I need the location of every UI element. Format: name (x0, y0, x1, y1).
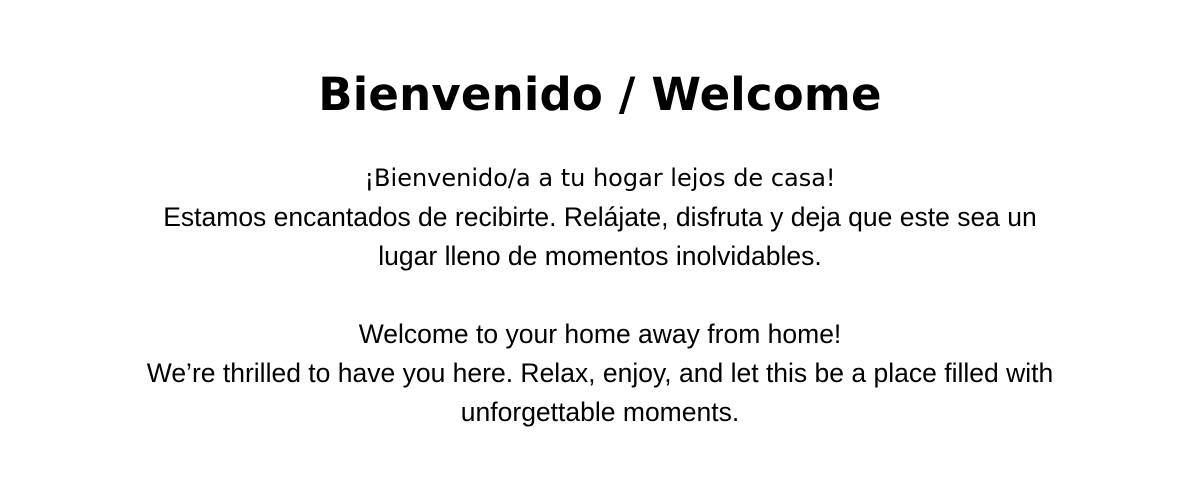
spanish-welcome-message: ¡Bienvenido/a a tu hogar lejos de casa! … (90, 159, 1110, 276)
page-title: Bienvenido / Welcome (318, 68, 882, 121)
welcome-card: Bienvenido / Welcome ¡Bienvenido/a a tu … (0, 0, 1200, 478)
english-body-line-1: We’re thrilled to have you here. Relax, … (146, 358, 1054, 388)
english-body-line-2: unforgettable moments. (460, 397, 740, 427)
english-welcome-message: Welcome to your home away from home! We’… (90, 315, 1110, 432)
spanish-body-line-1: Estamos encantados de recibirte. Relájat… (163, 202, 1037, 232)
spanish-greeting: ¡Bienvenido/a a tu hogar lejos de casa! (364, 164, 836, 192)
spanish-body-line-2: lugar lleno de momentos inolvidables. (378, 241, 822, 271)
english-greeting: Welcome to your home away from home! (358, 319, 842, 349)
